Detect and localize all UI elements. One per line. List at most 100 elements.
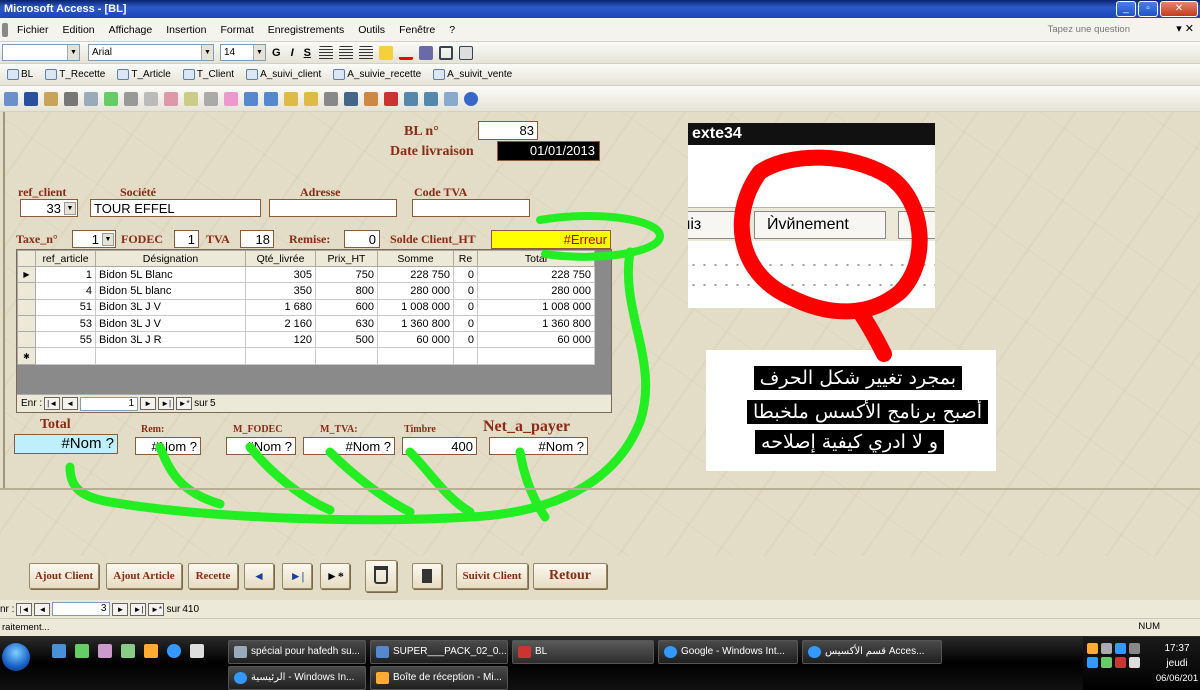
tray-icon[interactable] (1101, 657, 1112, 668)
sort-desc-icon[interactable] (264, 91, 278, 106)
desktop-icon[interactable] (52, 644, 66, 658)
maximize-icon[interactable]: ▫ (1138, 1, 1158, 17)
main-new-record-icon[interactable]: ►* (148, 602, 165, 616)
main-record-number-input[interactable]: 3 (52, 602, 111, 616)
menu-fenetre[interactable]: Fenêtre (392, 24, 442, 36)
recette-button[interactable]: Recette (188, 563, 238, 589)
ie-icon[interactable] (167, 644, 181, 658)
ajout-article-button[interactable]: Ajout Article (106, 563, 182, 589)
filter-form-icon[interactable] (304, 91, 318, 106)
retour-button[interactable]: Retour (533, 563, 607, 589)
main-last-record-icon[interactable]: ►| (130, 602, 147, 616)
italic-button[interactable]: I (287, 47, 298, 59)
new-object-icon[interactable] (444, 91, 458, 106)
copy-icon[interactable] (144, 91, 158, 106)
format-painter-icon[interactable] (184, 91, 198, 106)
cut-icon[interactable] (124, 91, 138, 106)
search-icon[interactable] (44, 91, 58, 106)
system-tray: 17:37 jeudi 06/06/201 (1083, 637, 1200, 690)
taskbar-item-home[interactable]: الرئيسية - Windows In... (228, 666, 366, 690)
view-icon[interactable] (4, 91, 18, 106)
object-a-suivit-vente[interactable]: A_suivit_vente (428, 69, 517, 80)
align-left-icon[interactable] (318, 45, 333, 60)
tray-icon[interactable] (1087, 657, 1098, 668)
print-icon[interactable] (64, 91, 78, 106)
taskbar-item-access-forum[interactable]: قسم الأكسيس Acces... (802, 640, 942, 664)
font-color-icon[interactable] (398, 46, 413, 60)
question-box[interactable]: Tapez une question (1048, 24, 1130, 35)
delete-button[interactable] (365, 560, 397, 592)
font-select[interactable]: Arial ▼ (88, 44, 214, 61)
help-icon[interactable] (464, 91, 478, 106)
line-color-icon[interactable] (418, 45, 433, 60)
quicklaunch-app-icon[interactable] (98, 644, 112, 658)
fill-color-icon[interactable] (378, 45, 393, 60)
delete-record-icon[interactable] (384, 91, 398, 106)
object-a-suivi-client[interactable]: A_suivi_client (241, 69, 326, 80)
insert-hyperlink-icon[interactable] (224, 91, 238, 106)
tray-icon[interactable] (1129, 643, 1140, 654)
doc-close-icon[interactable]: ▾ ✕ (1176, 22, 1194, 35)
prev-button[interactable]: ◄ (244, 563, 274, 589)
main-prev-record-icon[interactable]: ◄ (34, 602, 51, 616)
taskbar-item-google[interactable]: Google - Windows Int... (658, 640, 798, 664)
new-button[interactable]: ►* (320, 563, 350, 589)
minimize-icon[interactable]: _ (1116, 1, 1136, 17)
object-t-article[interactable]: T_Article (112, 69, 175, 80)
filter-icon[interactable] (284, 91, 298, 106)
quicklaunch-app-icon[interactable] (121, 644, 135, 658)
taskbar-item-inbox[interactable]: Boîte de réception - Mi... (370, 666, 508, 690)
tray-icon[interactable] (1115, 657, 1126, 668)
tray-icon[interactable] (1101, 643, 1112, 654)
taskbar-item-special[interactable]: spécial pour hafedh su... (228, 640, 366, 664)
quicklaunch-app-icon[interactable] (144, 644, 158, 658)
menu-insertion[interactable]: Insertion (159, 24, 213, 36)
align-right-icon[interactable] (358, 45, 373, 60)
tray-icon[interactable] (1115, 643, 1126, 654)
font-size-select[interactable]: 14 ▼ (220, 44, 266, 61)
menu-edition[interactable]: Edition (56, 24, 102, 36)
taskbar-item-super-pack[interactable]: SUPER___PACK_02_0... (370, 640, 508, 664)
menu-format[interactable]: Format (214, 24, 261, 36)
volume-icon[interactable] (1129, 657, 1140, 668)
effect-icon[interactable] (458, 45, 473, 60)
database-icon[interactable] (424, 91, 438, 106)
properties-icon[interactable] (404, 91, 418, 106)
last-button[interactable]: ►| (282, 563, 312, 589)
object-bl[interactable]: BL (2, 69, 38, 80)
menu-affichage[interactable]: Affichage (102, 24, 160, 36)
quicklaunch-app-icon[interactable] (190, 644, 204, 658)
main-first-record-icon[interactable]: |◄ (16, 602, 33, 616)
object-a-suivie-recette[interactable]: A_suivie_recette (328, 69, 426, 80)
main-next-record-icon[interactable]: ► (112, 602, 129, 616)
paste-icon[interactable] (164, 91, 178, 106)
taskbar-item-bl[interactable]: BL (512, 640, 654, 664)
align-center-icon[interactable] (338, 45, 353, 60)
start-button[interactable] (0, 637, 34, 683)
menu-help[interactable]: ? (442, 24, 462, 36)
menu-enregistrements[interactable]: Enregistrements (261, 24, 351, 36)
save-icon[interactable] (24, 91, 38, 106)
clock-time[interactable]: 17:37 (1155, 643, 1199, 654)
object-t-client[interactable]: T_Client (178, 69, 239, 80)
underline-button[interactable]: S (300, 47, 315, 59)
preview-icon[interactable] (84, 91, 98, 106)
tray-icon[interactable] (1087, 643, 1098, 654)
find-icon[interactable] (344, 91, 358, 106)
menu-outils[interactable]: Outils (351, 24, 392, 36)
undo-icon[interactable] (204, 91, 218, 106)
sort-asc-icon[interactable] (244, 91, 258, 106)
close-icon[interactable]: ✕ (1160, 1, 1198, 17)
spell-icon[interactable] (104, 91, 118, 106)
suivit-client-button[interactable]: Suivit Client (456, 563, 528, 589)
apply-filter-icon[interactable] (324, 91, 338, 106)
exit-button[interactable] (412, 563, 442, 589)
bold-button[interactable]: G (268, 47, 285, 59)
ajout-client-button[interactable]: Ajout Client (29, 563, 99, 589)
object-t-recette[interactable]: T_Recette (40, 69, 110, 80)
new-record-icon[interactable] (364, 91, 378, 106)
object-select[interactable]: ▼ (2, 44, 80, 61)
quicklaunch-app-icon[interactable] (75, 644, 89, 658)
border-icon[interactable] (438, 45, 453, 60)
menu-fichier[interactable]: Fichier (10, 24, 56, 36)
